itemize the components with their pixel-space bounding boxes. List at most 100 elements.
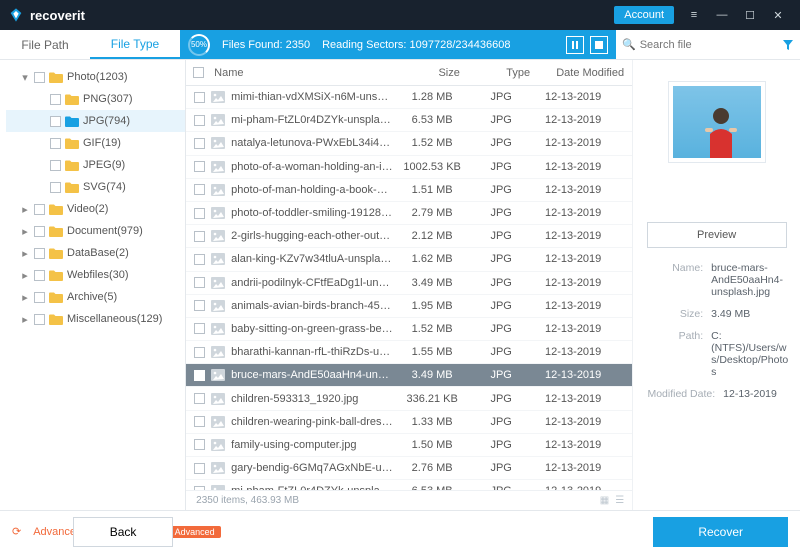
row-checkbox[interactable] <box>194 184 205 195</box>
row-checkbox[interactable] <box>194 161 205 172</box>
minimize-icon[interactable]: — <box>708 4 736 26</box>
tree-checkbox[interactable] <box>34 270 45 281</box>
sidebar-item[interactable]: ▸Webfiles(30) <box>6 264 185 286</box>
table-row[interactable]: gary-bendig-6GMq7AGxNbE-unsplas...2.76 M… <box>186 457 632 480</box>
file-type: JPG <box>471 346 531 358</box>
grid-view-icon[interactable]: ▦ <box>600 495 609 506</box>
sidebar-item[interactable]: SVG(74) <box>6 176 185 198</box>
row-checkbox[interactable] <box>194 115 205 126</box>
row-checkbox[interactable] <box>194 347 205 358</box>
table-row[interactable]: children-wearing-pink-ball-dress-360...1… <box>186 411 632 434</box>
row-checkbox[interactable] <box>194 486 205 490</box>
footer: ⟳ Advanced Video Recovery Advanced Back … <box>0 510 800 552</box>
back-button[interactable]: Back <box>73 517 174 547</box>
preview-button[interactable]: Preview <box>647 222 787 248</box>
maximize-icon[interactable]: ☐ <box>736 4 764 26</box>
chevron-icon[interactable]: ▸ <box>20 225 30 238</box>
meta-path-label: Path: <box>643 330 703 378</box>
close-icon[interactable]: ✕ <box>764 4 792 26</box>
tab-file-type[interactable]: File Type <box>90 30 180 59</box>
table-row[interactable]: natalya-letunova-PWxEbL34i4Y-unspl...1.5… <box>186 132 632 155</box>
file-name: baby-sitting-on-green-grass-beside-... <box>231 323 393 335</box>
col-size[interactable]: Size <box>410 67 488 79</box>
table-row[interactable]: family-using-computer.jpg1.50 MBJPG12-13… <box>186 434 632 457</box>
stop-icon[interactable] <box>590 36 608 54</box>
sidebar-item[interactable]: PNG(307) <box>6 88 185 110</box>
col-type[interactable]: Type <box>488 67 548 79</box>
select-all-checkbox[interactable] <box>193 67 204 78</box>
row-checkbox[interactable] <box>194 231 205 242</box>
tree-checkbox[interactable] <box>50 116 61 127</box>
table-row[interactable]: photo-of-toddler-smiling-1912868.jpg2.79… <box>186 202 632 225</box>
row-checkbox[interactable] <box>194 463 205 474</box>
sidebar-item[interactable]: ▸Archive(5) <box>6 286 185 308</box>
sidebar-item[interactable]: ▸Miscellaneous(129) <box>6 308 185 330</box>
tabs-row: File Path File Type 50% Files Found: 235… <box>0 30 800 60</box>
table-row[interactable]: bruce-mars-AndE50aaHn4-unsplash....3.49 … <box>186 364 632 387</box>
col-name[interactable]: Name <box>210 67 410 79</box>
sidebar-item[interactable]: ▸Document(979) <box>6 220 185 242</box>
row-checkbox[interactable] <box>194 208 205 219</box>
table-row[interactable]: mi-pham-FtZL0r4DZYk-unsplash.jpg6.53 MBJ… <box>186 109 632 132</box>
search-box[interactable]: 🔍 <box>616 30 776 59</box>
file-size: 1.50 MB <box>393 439 471 451</box>
table-row[interactable]: animals-avian-birds-branch-459326.j...1.… <box>186 295 632 318</box>
sidebar-item[interactable]: JPG(794) <box>6 110 185 132</box>
row-checkbox[interactable] <box>194 393 205 404</box>
tree-checkbox[interactable] <box>34 314 45 325</box>
row-checkbox[interactable] <box>194 416 205 427</box>
tree-checkbox[interactable] <box>50 138 61 149</box>
row-checkbox[interactable] <box>194 300 205 311</box>
tree-checkbox[interactable] <box>34 226 45 237</box>
row-checkbox[interactable] <box>194 138 205 149</box>
chevron-icon[interactable]: ▸ <box>20 291 30 304</box>
list-view-icon[interactable]: ☰ <box>615 495 624 506</box>
refresh-icon[interactable]: ⟳ <box>12 525 21 538</box>
tree-checkbox[interactable] <box>34 292 45 303</box>
row-checkbox[interactable] <box>194 277 205 288</box>
sidebar-item[interactable]: JPEG(9) <box>6 154 185 176</box>
account-button[interactable]: Account <box>614 6 674 24</box>
tab-file-path[interactable]: File Path <box>0 30 90 59</box>
tree-checkbox[interactable] <box>34 248 45 259</box>
table-row[interactable]: andrii-podilnyk-CFtfEaDg1l-unsplash....3… <box>186 272 632 295</box>
table-row[interactable]: baby-sitting-on-green-grass-beside-...1.… <box>186 318 632 341</box>
chevron-icon[interactable]: ▸ <box>20 203 30 216</box>
table-row[interactable]: photo-of-a-woman-holding-an-ipad-7...100… <box>186 156 632 179</box>
sidebar-item[interactable]: GIF(19) <box>6 132 185 154</box>
table-row[interactable]: children-593313_1920.jpg336.21 KBJPG12-1… <box>186 387 632 410</box>
table-row[interactable]: photo-of-man-holding-a-book-92702...1.51… <box>186 179 632 202</box>
row-checkbox[interactable] <box>194 323 205 334</box>
search-input[interactable] <box>640 39 782 51</box>
file-date: 12-13-2019 <box>531 439 615 451</box>
sidebar-item[interactable]: ▸Video(2) <box>6 198 185 220</box>
table-row[interactable]: bharathi-kannan-rfL-thiRzDs-unsplas...1.… <box>186 341 632 364</box>
chevron-icon[interactable]: ▸ <box>20 269 30 282</box>
row-checkbox[interactable] <box>194 92 205 103</box>
chevron-icon[interactable]: ▾ <box>20 71 30 84</box>
sidebar-item[interactable]: ▸DataBase(2) <box>6 242 185 264</box>
filter-icon[interactable] <box>776 30 800 59</box>
tree-checkbox[interactable] <box>50 94 61 105</box>
chevron-icon[interactable]: ▸ <box>20 247 30 260</box>
table-row[interactable]: 2-girls-hugging-each-other-outdoor-...2.… <box>186 225 632 248</box>
tree-checkbox[interactable] <box>34 72 45 83</box>
menu-icon[interactable]: ≡ <box>680 4 708 26</box>
table-row[interactable]: mimi-thian-vdXMSiX-n6M-unsplash.jpg1.28 … <box>186 86 632 109</box>
meta-name-label: Name: <box>643 262 703 298</box>
file-rows[interactable]: mimi-thian-vdXMSiX-n6M-unsplash.jpg1.28 … <box>186 86 632 490</box>
tree-checkbox[interactable] <box>34 204 45 215</box>
pause-icon[interactable] <box>566 36 584 54</box>
sidebar-item[interactable]: ▾Photo(1203) <box>6 66 185 88</box>
tree-checkbox[interactable] <box>50 160 61 171</box>
row-checkbox[interactable] <box>194 370 205 381</box>
col-date[interactable]: Date Modified <box>548 67 632 79</box>
recover-button[interactable]: Recover <box>653 517 788 547</box>
file-size: 1.52 MB <box>393 323 471 335</box>
row-checkbox[interactable] <box>194 254 205 265</box>
table-row[interactable]: alan-king-KZv7w34tluA-unsplash.jpg1.62 M… <box>186 248 632 271</box>
table-row[interactable]: mi-pham-FtZL0r4DZYk-unsplash.jpg6.53 MBJ… <box>186 480 632 490</box>
chevron-icon[interactable]: ▸ <box>20 313 30 326</box>
tree-checkbox[interactable] <box>50 182 61 193</box>
row-checkbox[interactable] <box>194 439 205 450</box>
